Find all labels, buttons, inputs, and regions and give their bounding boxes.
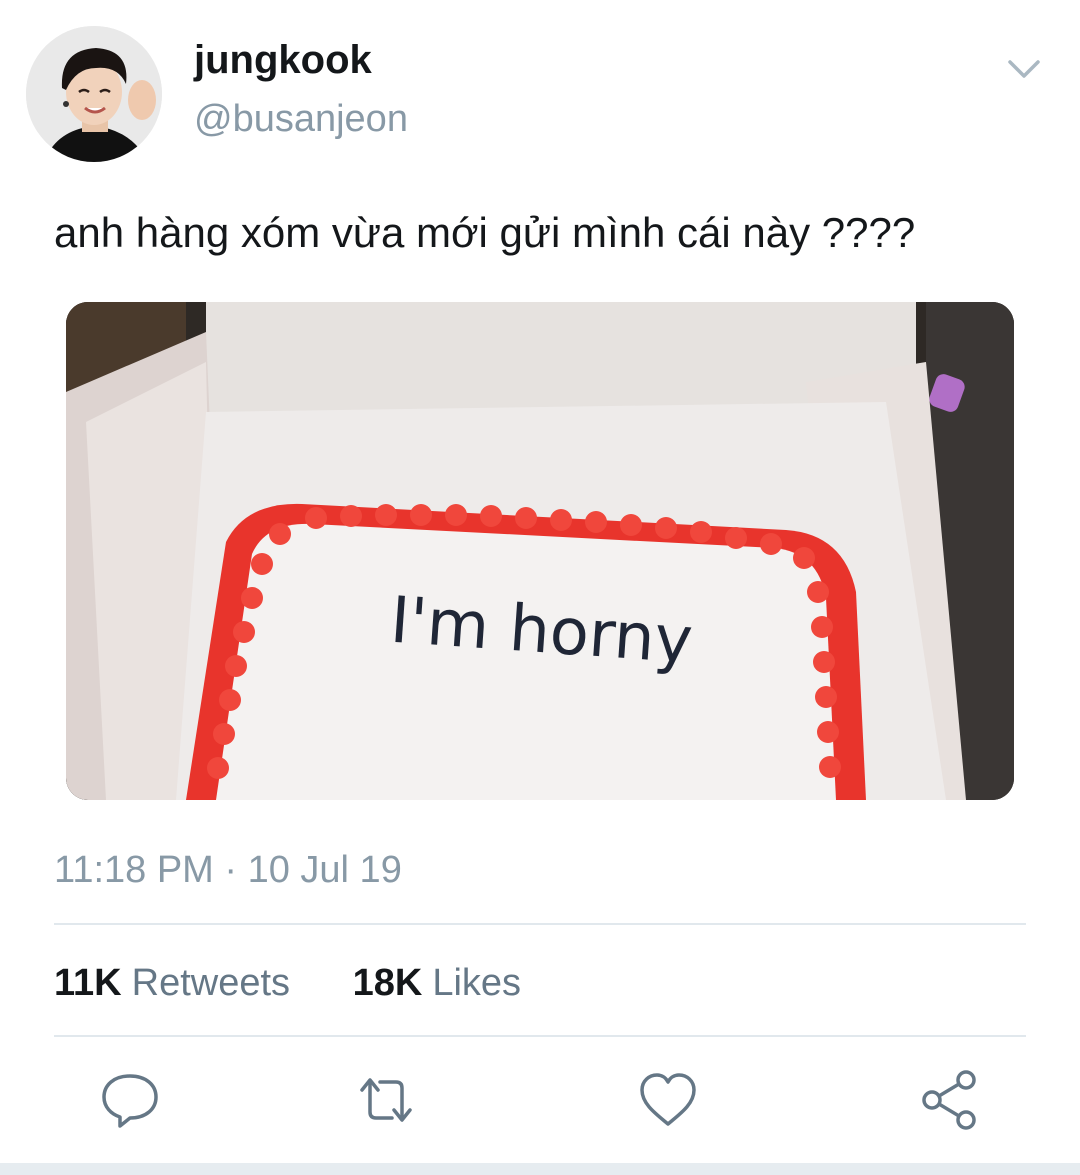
- retweets-count: 11K: [54, 962, 122, 1004]
- likes-count: 18K: [352, 962, 423, 1004]
- share-icon[interactable]: [918, 1068, 982, 1132]
- likes-label: Likes: [432, 962, 522, 1004]
- tweet-timestamp[interactable]: 11:18 PM · 10 Jul 19: [54, 846, 402, 894]
- tweet-media[interactable]: I'm horny: [66, 302, 1014, 800]
- user-handle[interactable]: @busanjeon: [194, 96, 408, 142]
- divider: [54, 923, 1026, 925]
- avatar-photo: [26, 26, 162, 162]
- retweets-stat[interactable]: 11K Retweets: [54, 958, 290, 1008]
- retweets-label: Retweets: [131, 962, 291, 1004]
- bottom-separator: [0, 1163, 1080, 1175]
- tweet-card: jungkook @busanjeon anh hàng xóm vừa mới…: [0, 0, 1080, 1175]
- likes-stat[interactable]: 18K Likes: [353, 958, 521, 1008]
- heart-icon[interactable]: [636, 1068, 700, 1132]
- display-name[interactable]: jungkook: [194, 36, 372, 84]
- tweet-text: anh hàng xóm vừa mới gửi mình cái này ??…: [54, 209, 916, 256]
- chevron-down-icon[interactable]: [1004, 52, 1044, 86]
- retweet-icon[interactable]: [354, 1068, 418, 1132]
- avatar[interactable]: [26, 26, 162, 162]
- divider: [54, 1035, 1026, 1037]
- tweet-stats: 11K Retweets 18K Likes: [54, 958, 573, 1008]
- cake-photo: I'm horny: [66, 302, 1014, 800]
- reply-icon[interactable]: [98, 1068, 162, 1132]
